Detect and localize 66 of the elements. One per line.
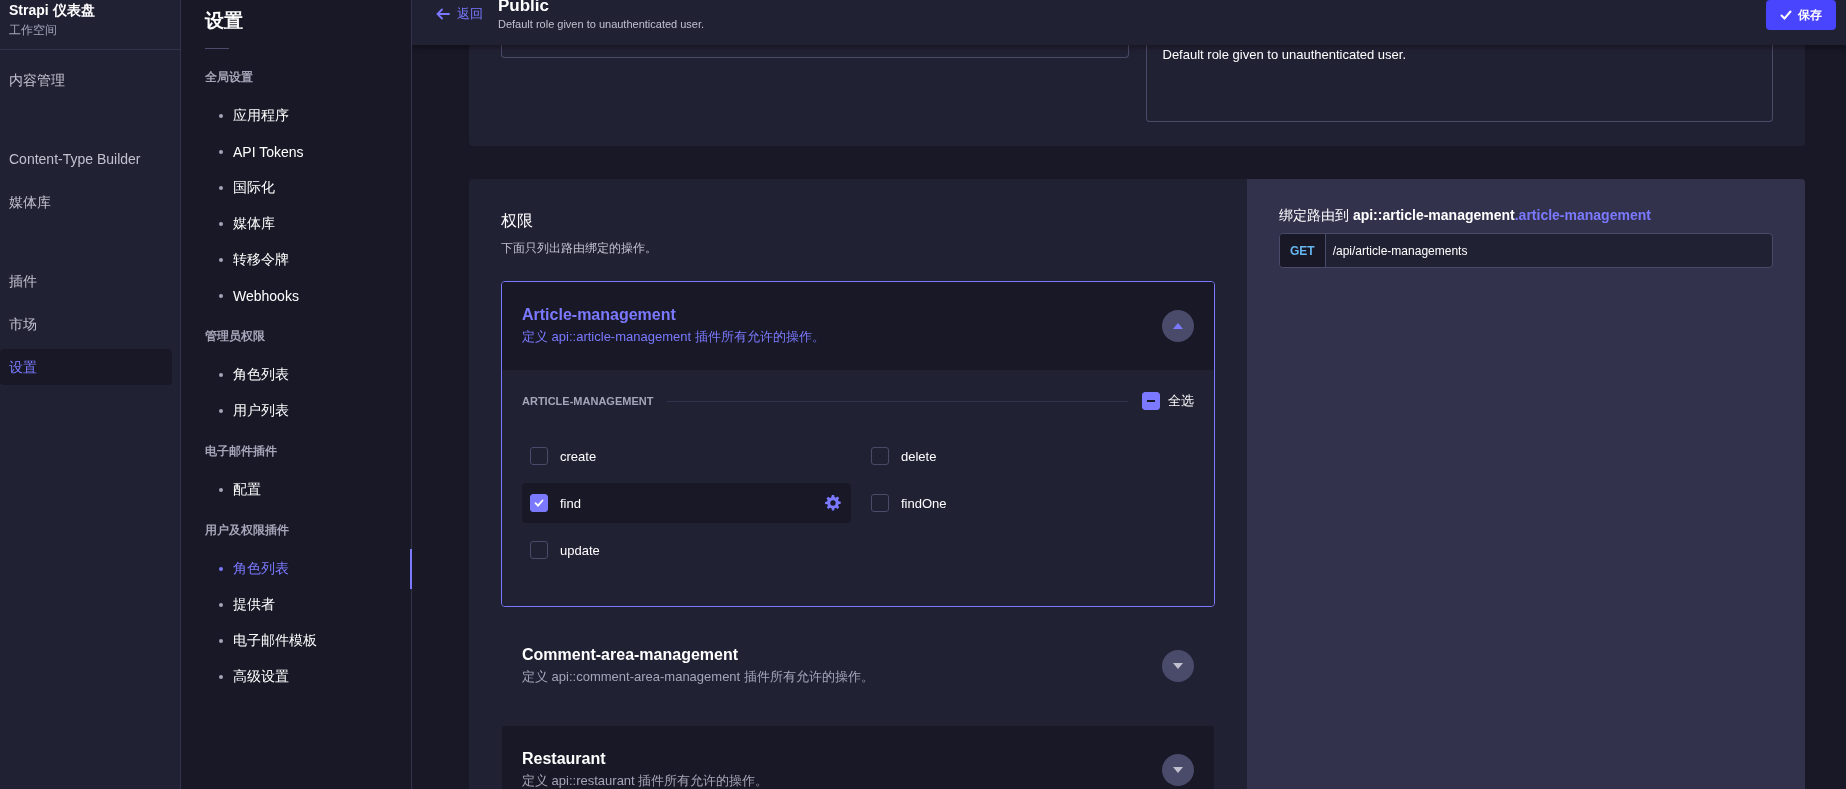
checkbox-label: findOne <box>901 495 948 511</box>
arrow-left-icon <box>435 6 451 22</box>
brand-name: Strapi 仪表盘 <box>9 2 96 20</box>
settings-link[interactable]: API Tokens <box>205 134 411 170</box>
section-label: ARTICLE-MANAGEMENT <box>522 395 654 407</box>
checkbox-label: update <box>560 542 601 558</box>
save-button[interactable]: 保存 <box>1766 0 1836 30</box>
nav-item[interactable]: 市场 <box>0 306 172 342</box>
settings-link[interactable]: 用户列表 <box>205 393 411 429</box>
scroll-indicator <box>410 549 412 589</box>
checkbox-label: delete <box>901 448 938 464</box>
method-tag: GET <box>1280 234 1326 267</box>
caret-up-icon <box>1173 323 1183 329</box>
settings-section-heading: 全局设置 <box>205 69 254 86</box>
settings-link[interactable]: 媒体库 <box>205 206 411 242</box>
settings-section-heading: 用户及权限插件 <box>205 522 290 539</box>
nav-item[interactable]: 设置 <box>0 349 172 385</box>
nav-item[interactable]: 媒体库 <box>0 184 172 220</box>
select-all-checkbox[interactable]: 全选 <box>1142 392 1194 410</box>
action-row[interactable]: find <box>522 483 851 523</box>
accordion-description: 定义 api::article-management 插件所有允许的操作。 <box>522 328 826 346</box>
settings-section-heading: 电子邮件插件 <box>205 443 278 460</box>
settings-link[interactable]: 角色列表 <box>205 551 411 587</box>
settings-link[interactable]: 转移令牌 <box>205 242 411 278</box>
settings-link[interactable]: 提供者 <box>205 587 411 623</box>
settings-link[interactable]: Webhooks <box>205 278 411 314</box>
permissions-title: 权限 <box>501 211 534 231</box>
check-icon <box>534 498 544 508</box>
nav-item[interactable]: 内容管理 <box>0 62 172 98</box>
settings-link[interactable]: 电子邮件模板 <box>205 623 411 659</box>
name-field[interactable] <box>501 45 1129 58</box>
accordion-title: Restaurant <box>522 750 607 768</box>
settings-section-heading: 管理员权限 <box>205 328 266 345</box>
back-link[interactable]: 返回 <box>435 5 483 23</box>
checkbox[interactable] <box>871 447 889 465</box>
accordion-description: 定义 api::restaurant 插件所有允许的操作。 <box>522 772 770 789</box>
settings-icon <box>825 495 841 511</box>
check-icon <box>1780 9 1792 21</box>
nav-item[interactable]: Content-Type Builder <box>0 141 172 177</box>
permissions-subtitle: 下面只列出路由绑定的操作。 <box>501 240 658 257</box>
caret-down-icon <box>1173 663 1183 669</box>
settings-link[interactable]: 高级设置 <box>205 659 411 695</box>
page-subtitle: Default role given to unauthenticated user. <box>498 18 705 30</box>
accordion-description: 定义 api::comment-area-management 插件所有允许的操作。 <box>522 668 875 686</box>
settings-link[interactable]: 配置 <box>205 472 411 508</box>
checkbox-label: find <box>560 495 582 511</box>
nav-item[interactable]: 插件 <box>0 263 172 299</box>
accordion-title: Comment-area-management <box>522 646 740 664</box>
settings-link[interactable]: 角色列表 <box>205 357 411 393</box>
caret-down-icon <box>1173 767 1183 773</box>
checkbox[interactable] <box>530 447 548 465</box>
settings-link[interactable]: 国际化 <box>205 170 411 206</box>
checkbox-label: create <box>560 448 598 464</box>
route-path: /api/article-managements <box>1331 242 1469 260</box>
collapse-button[interactable] <box>1162 310 1194 342</box>
checkbox[interactable] <box>530 494 548 512</box>
description-field[interactable]: Default role given to unauthenticated user. <box>1145 45 1773 122</box>
settings-link[interactable]: 应用程序 <box>205 98 411 134</box>
expand-button[interactable] <box>1162 754 1194 786</box>
accordion-title: Article-management <box>522 306 677 324</box>
checkbox[interactable] <box>871 494 889 512</box>
workspace-label: 工作空间 <box>9 22 58 39</box>
checkbox[interactable] <box>530 541 548 559</box>
route-title: 绑定路由到 api::article-management.article-management <box>1279 207 1652 225</box>
expand-button[interactable] <box>1162 650 1194 682</box>
settings-title: 设置 <box>205 9 244 33</box>
